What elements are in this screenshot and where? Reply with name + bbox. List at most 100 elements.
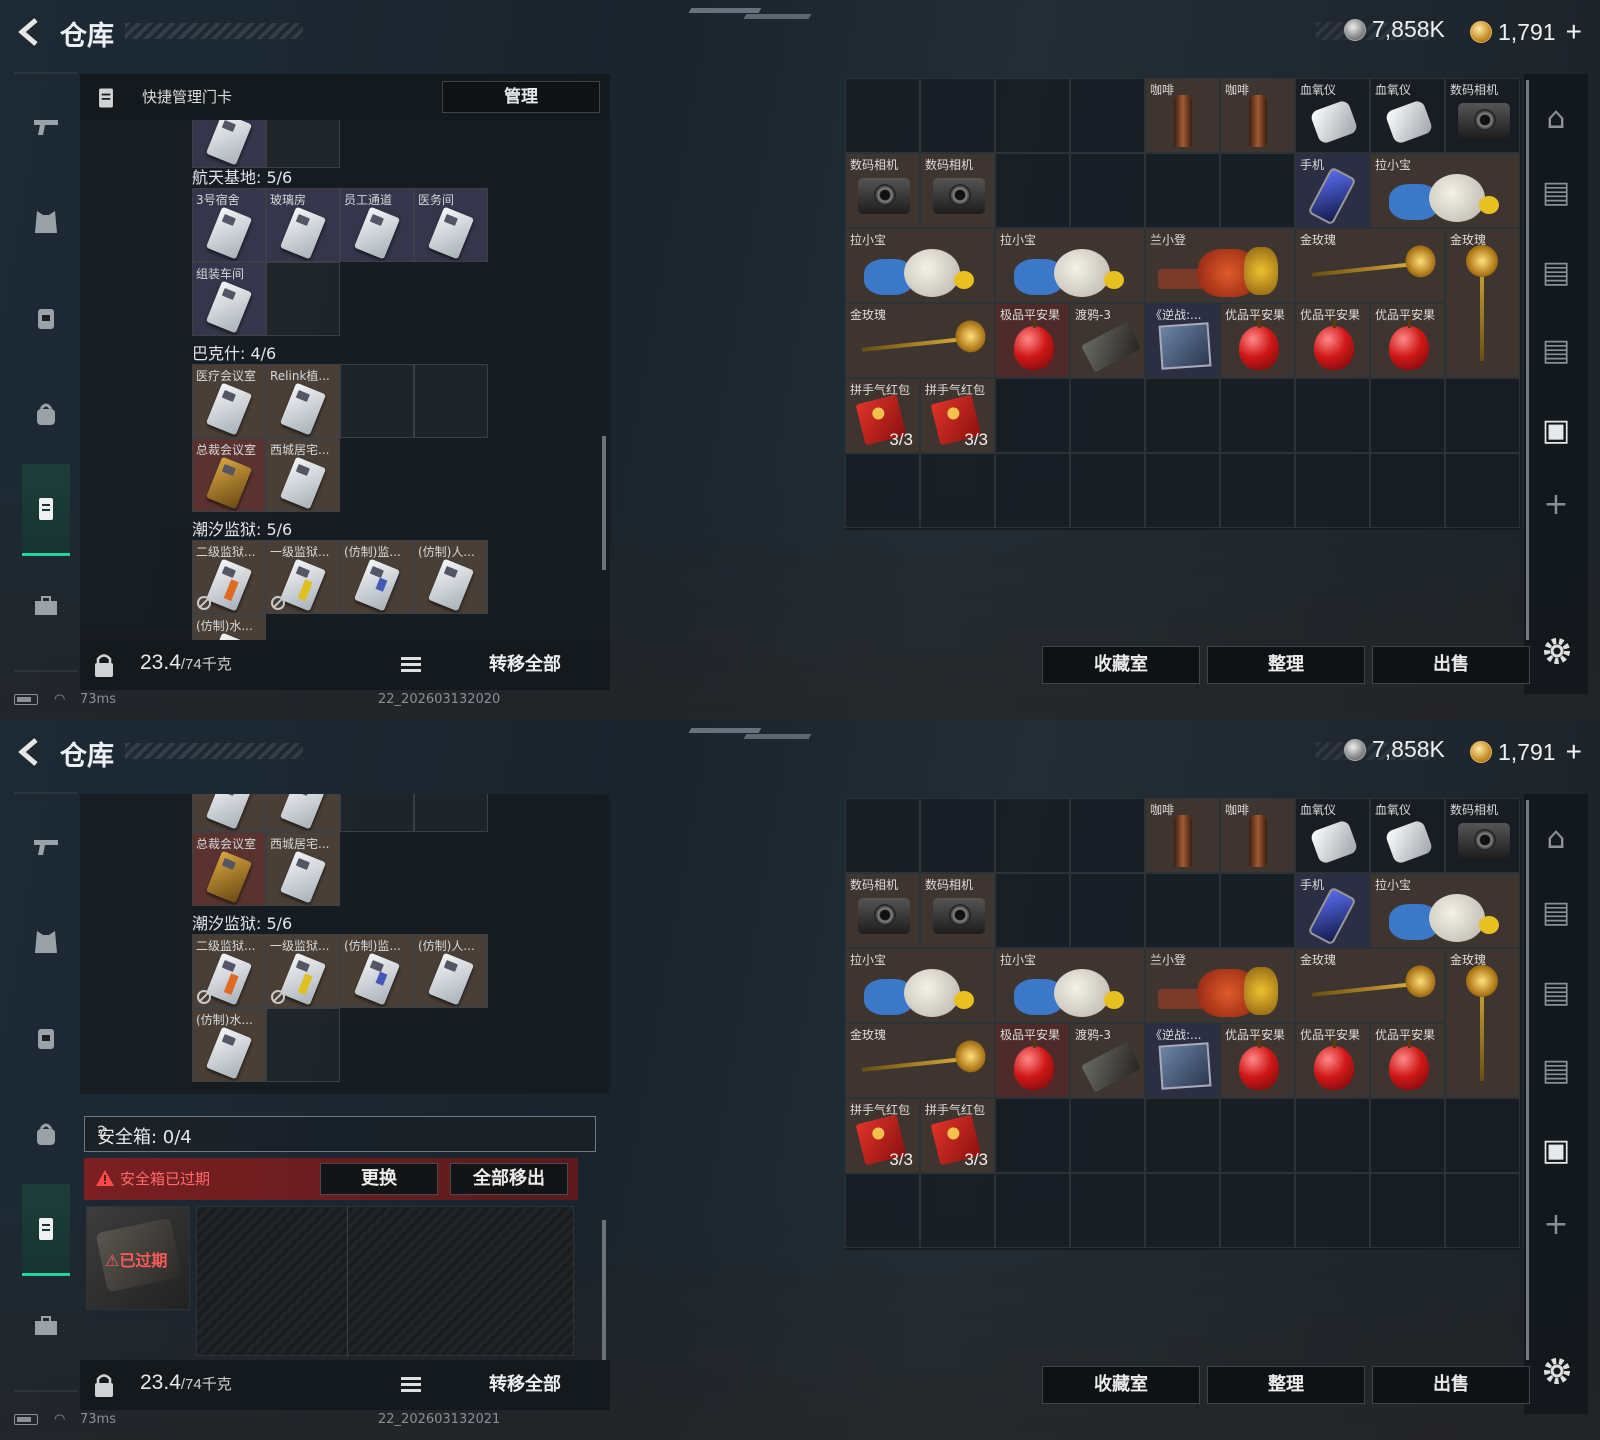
stash-item[interactable]: 金玫瑰 (1445, 948, 1520, 1098)
stash-item[interactable]: 拉小宝 (995, 228, 1145, 303)
storage-tab-4-icon[interactable]: ▤ (1538, 1052, 1574, 1088)
stash-item[interactable]: 数码相机 (845, 153, 920, 228)
stash-slot[interactable] (1445, 453, 1520, 528)
vault-icon[interactable]: ⌂ (1538, 820, 1574, 856)
stash-slot[interactable] (1295, 378, 1370, 453)
keycard-slot[interactable]: 医疗会议室 (192, 364, 266, 438)
stash-slot[interactable] (1145, 1173, 1220, 1248)
stash-item[interactable]: 金玫瑰 (845, 1023, 995, 1098)
stash-slot[interactable] (1070, 153, 1145, 228)
help-icon[interactable]: ? (97, 1123, 106, 1143)
stash-item[interactable]: 拉小宝 (845, 228, 995, 303)
stash-slot[interactable] (845, 1173, 920, 1248)
stash-item[interactable]: 拼手气红包 3/3 (845, 378, 920, 453)
keycard-slot[interactable]: 玻璃房 (266, 188, 340, 262)
stash-item[interactable]: 优品平安果 (1220, 303, 1295, 378)
stash-item[interactable]: 拼手气红包 3/3 (920, 1098, 995, 1173)
manage-button[interactable]: 管理 (442, 81, 600, 113)
stash-item[interactable]: 拉小宝 (845, 948, 995, 1023)
nav-chest-rig[interactable] (22, 1010, 70, 1066)
empty-slot[interactable] (414, 364, 488, 438)
stash-slot[interactable] (920, 1173, 995, 1248)
stash-slot[interactable] (845, 798, 920, 873)
nav-bag[interactable] (22, 386, 70, 442)
stash-slot[interactable] (1370, 1098, 1445, 1173)
gold-currency[interactable]: 1,791 + (1470, 736, 1582, 768)
stash-slot[interactable] (1145, 453, 1220, 528)
stash-item[interactable]: 金玫瑰 (1445, 228, 1520, 378)
keycard-slot[interactable]: 西城居宅... (266, 832, 340, 906)
stash-item[interactable]: 手机 (1295, 873, 1370, 948)
plus-icon[interactable]: + (1538, 486, 1574, 522)
keycard-slot[interactable]: 总裁会议室 (192, 832, 266, 906)
stash-slot[interactable] (845, 453, 920, 528)
stash-slot[interactable] (1145, 1098, 1220, 1173)
move-all-out-button[interactable]: 全部移出 (450, 1163, 568, 1195)
stash-slot[interactable] (995, 453, 1070, 528)
stash-slot[interactable] (1220, 873, 1295, 948)
stash-slot[interactable] (1145, 153, 1220, 228)
nav-armor[interactable] (22, 914, 70, 970)
sell-button[interactable]: 出售 (1372, 1366, 1530, 1404)
stash-item[interactable]: 优品平安果 (1295, 303, 1370, 378)
stash-item[interactable]: 极品平安果 (995, 303, 1070, 378)
stash-slot[interactable] (1220, 153, 1295, 228)
keycard-slot[interactable]: (仿制)监... (340, 934, 414, 1008)
stash-item[interactable]: 渡鸦-3 (1070, 1023, 1145, 1098)
stash-slot[interactable] (1220, 1173, 1295, 1248)
stash-slot[interactable] (1445, 378, 1520, 453)
gear-icon[interactable] (1540, 1354, 1574, 1388)
keycard-slot[interactable]: 医务间 (414, 188, 488, 262)
back-icon[interactable] (14, 736, 46, 768)
storage-tab-4-icon[interactable]: ▤ (1538, 332, 1574, 368)
stash-slot[interactable] (995, 1098, 1070, 1173)
stash-slot[interactable] (995, 798, 1070, 873)
stash-slot[interactable] (845, 78, 920, 153)
stash-item[interactable]: 拉小宝 (995, 948, 1145, 1023)
stash-item[interactable]: 《逆战:... (1145, 1023, 1220, 1098)
stash-item[interactable]: 数码相机 (920, 873, 995, 948)
empty-slot[interactable] (340, 364, 414, 438)
stash-slot[interactable] (1070, 798, 1145, 873)
stash-slot[interactable] (1295, 453, 1370, 528)
stash-item[interactable]: 优品平安果 (1370, 1023, 1445, 1098)
nav-weapons[interactable] (22, 818, 70, 874)
empty-slot[interactable] (266, 1008, 340, 1082)
keycard-scrollbar[interactable] (602, 436, 606, 570)
stash-slot[interactable] (995, 378, 1070, 453)
sort-button[interactable]: 整理 (1207, 1366, 1365, 1404)
keycard-slot[interactable]: (仿制)人... (414, 934, 488, 1008)
add-currency-icon[interactable]: + (1566, 736, 1582, 768)
stash-slot[interactable] (1070, 873, 1145, 948)
stash-item[interactable]: 血氧仪 (1370, 798, 1445, 873)
stash-slot[interactable] (995, 78, 1070, 153)
stash-slot[interactable] (1370, 1173, 1445, 1248)
empty-slot[interactable] (414, 794, 488, 832)
nav-toolbox[interactable] (22, 1298, 70, 1354)
stash-item[interactable]: 血氧仪 (1370, 78, 1445, 153)
storage-tab-2-icon[interactable]: ▤ (1538, 894, 1574, 930)
storage-tab-3-icon[interactable]: ▤ (1538, 254, 1574, 290)
nav-bag[interactable] (22, 1106, 70, 1162)
stash-slot[interactable] (1070, 453, 1145, 528)
storage-tab-active-icon[interactable]: ▣ (1538, 1132, 1574, 1168)
stash-item[interactable]: 优品平安果 (1370, 303, 1445, 378)
stash-slot[interactable] (1370, 378, 1445, 453)
keycard-scrollbar[interactable] (602, 1220, 606, 1360)
stash-slot[interactable] (1070, 78, 1145, 153)
stash-item[interactable]: 兰小登 (1145, 228, 1295, 303)
stash-slot[interactable] (995, 153, 1070, 228)
stash-item[interactable]: 金玫瑰 (1295, 948, 1445, 1023)
stash-slot[interactable] (1220, 453, 1295, 528)
storage-tab-2-icon[interactable]: ▤ (1538, 174, 1574, 210)
stash-slot[interactable] (1070, 378, 1145, 453)
stash-item[interactable]: 拉小宝 (1370, 873, 1520, 948)
back-icon[interactable] (14, 16, 46, 48)
stash-slot[interactable] (1145, 873, 1220, 948)
keycard-slot[interactable]: 二级监狱... (192, 934, 266, 1008)
storage-tab-3-icon[interactable]: ▤ (1538, 974, 1574, 1010)
stash-item[interactable]: 数码相机 (1445, 78, 1520, 153)
stash-item[interactable]: 咖啡 (1145, 78, 1220, 153)
keycard-slot[interactable]: (仿制)水... (192, 1008, 266, 1082)
keycard-slot[interactable]: 总裁会议室 (192, 438, 266, 512)
